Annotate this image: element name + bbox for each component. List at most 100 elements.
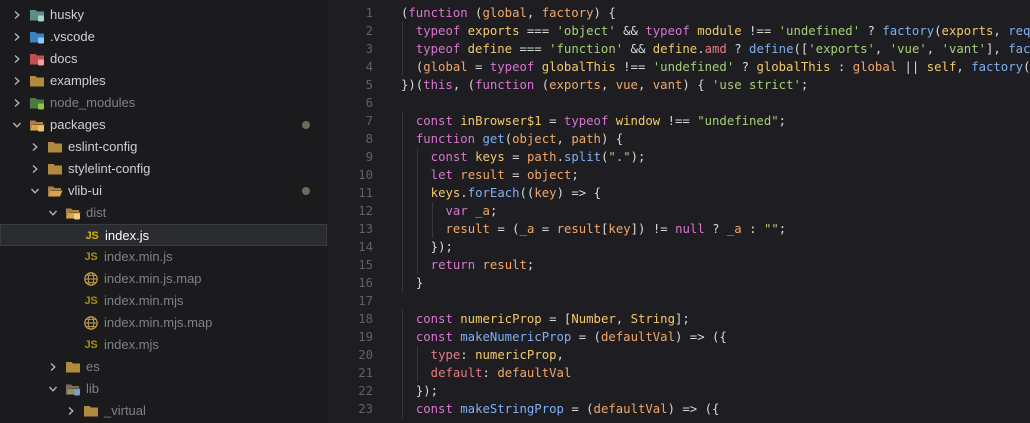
tree-folder[interactable]: eslint-config: [0, 136, 327, 158]
code-line[interactable]: 21 default: defaultVal: [327, 364, 1030, 382]
chevron-right-icon[interactable]: [47, 356, 59, 378]
code-line[interactable]: 13 result = (_a = result[key]) != null ? …: [327, 220, 1030, 238]
code-token: const: [415, 402, 453, 416]
tree-item-label: es: [86, 359, 100, 374]
code-token: self: [926, 60, 957, 74]
modified-indicator: [302, 187, 310, 195]
code-line[interactable]: 18 const numericProp = [Number, String];: [327, 310, 1030, 328]
code-line[interactable]: 23 const makeStringProp = (defaultVal) =>…: [327, 400, 1030, 418]
code-text: return result;: [431, 256, 535, 274]
code-line[interactable]: 2 typeof exports === 'object' && typeof m…: [327, 22, 1030, 40]
code-line[interactable]: 16}: [327, 274, 1030, 292]
code-token: ?: [734, 60, 757, 74]
code-token: ;: [489, 204, 498, 218]
code-token: 'use strict': [712, 78, 801, 92]
tree-folder[interactable]: lib: [0, 378, 327, 400]
chevron-right-icon[interactable]: [11, 48, 23, 70]
tree-folder[interactable]: docs: [0, 48, 327, 70]
code-text: }: [416, 274, 423, 292]
code-token: !==: [660, 114, 698, 128]
tree-folder[interactable]: stylelint-config: [0, 158, 327, 180]
code-line[interactable]: 7 const inBrowser$1 = typeof window !== "…: [327, 112, 1030, 130]
chevron-right-icon[interactable]: [11, 92, 23, 114]
tree-file[interactable]: JS index.js: [0, 224, 327, 246]
chevron-down-icon[interactable]: [47, 202, 59, 224]
tree-folder[interactable]: es: [0, 356, 327, 378]
code-line[interactable]: 10 let result = object;: [327, 166, 1030, 184]
code-text: type: numericProp,: [431, 346, 564, 364]
code-line[interactable]: 19 const makeNumericProp = (defaultVal) =…: [327, 328, 1030, 346]
chevron-down-icon[interactable]: [29, 180, 41, 202]
tree-file[interactable]: index.min.mjs.map: [0, 312, 327, 334]
code-line[interactable]: 6: [327, 94, 1030, 112]
code-line[interactable]: 14});: [327, 238, 1030, 256]
chevron-down-icon[interactable]: [11, 114, 23, 136]
code-token: global: [852, 60, 898, 74]
code-token: this: [423, 78, 453, 92]
docs-folder-icon: [29, 51, 45, 67]
code-line[interactable]: 12 var _a;: [327, 202, 1030, 220]
chevron-down-icon[interactable]: [47, 378, 59, 400]
code-token: :: [830, 60, 853, 74]
code-token: "": [763, 222, 779, 236]
tree-folder[interactable]: husky: [0, 4, 327, 26]
tree-folder[interactable]: vlib-ui: [0, 180, 327, 202]
code-token: factory: [882, 24, 935, 38]
code-token: ) {: [593, 6, 616, 20]
code-line[interactable]: 11 keys.forEach((key) => {: [327, 184, 1030, 202]
tree-file[interactable]: JS index.mjs: [0, 334, 327, 356]
tree-file[interactable]: JS index.min.mjs: [0, 290, 327, 312]
code-line[interactable]: 5})(this, (function (exports, vue, vant)…: [327, 76, 1030, 94]
chevron-right-icon[interactable]: [11, 70, 23, 92]
code-token: ([: [793, 42, 809, 56]
tree-folder[interactable]: packages: [0, 114, 327, 136]
code-token: get: [482, 132, 505, 146]
line-number: 20: [358, 348, 373, 362]
chevron-right-icon[interactable]: [11, 26, 23, 48]
chevron-right-icon[interactable]: [29, 136, 41, 158]
code-token: ((: [519, 186, 535, 200]
code-token: =: [504, 150, 527, 164]
code-token: _a: [726, 222, 742, 236]
tree-file[interactable]: index.min.js.map: [0, 268, 327, 290]
code-token: typeof: [489, 60, 535, 74]
code-line[interactable]: 22});: [327, 382, 1030, 400]
chevron-right-icon[interactable]: [65, 400, 77, 422]
line-number: 3: [365, 42, 373, 56]
code-line[interactable]: 3 typeof define === 'function' && define.…: [327, 40, 1030, 58]
code-line[interactable]: 8 function get(object, path) {: [327, 130, 1030, 148]
folder-icon: [47, 161, 63, 177]
code-token: ) => ({: [667, 402, 720, 416]
chevron-right-icon[interactable]: [11, 4, 23, 26]
code-token: function: [408, 6, 468, 20]
code-line[interactable]: 17: [327, 292, 1030, 310]
code-token: ) => ({: [675, 330, 727, 344]
code-token: exports: [467, 24, 520, 38]
code-token: exports: [941, 24, 994, 38]
line-number: 9: [365, 150, 373, 164]
code-line[interactable]: 15 return result;: [327, 256, 1030, 274]
tree-folder[interactable]: examples: [0, 70, 327, 92]
code-token: object: [512, 132, 557, 146]
code-token: keys: [430, 186, 461, 200]
code-line[interactable]: 9 const keys = path.split(".");: [327, 148, 1030, 166]
code-editor[interactable]: 1 (function (global, factory) {2 typeof ex…: [327, 0, 1030, 423]
code-line[interactable]: 4 (global = typeof globalThis !== 'undefi…: [327, 58, 1030, 76]
tree-folder[interactable]: _virtual: [0, 400, 327, 422]
code-line[interactable]: 1 (function (global, factory) {: [327, 4, 1030, 22]
code-token: ];: [674, 312, 690, 326]
chevron-right-icon[interactable]: [29, 158, 41, 180]
tree-folder[interactable]: dist: [0, 202, 327, 224]
code-text: typeof exports === 'object' && typeof mo…: [416, 22, 1030, 40]
sourcemap-file-icon: [83, 271, 99, 287]
tree-folder[interactable]: node_modules: [0, 92, 327, 114]
code-token: key: [534, 186, 557, 200]
tree-folder[interactable]: .vscode: [0, 26, 327, 48]
tree-file[interactable]: JS index.min.js: [0, 246, 327, 268]
code-text: keys.forEach((key) => {: [431, 184, 601, 202]
code-token: object: [526, 168, 572, 182]
code-line[interactable]: 20 type: numericProp,: [327, 346, 1030, 364]
